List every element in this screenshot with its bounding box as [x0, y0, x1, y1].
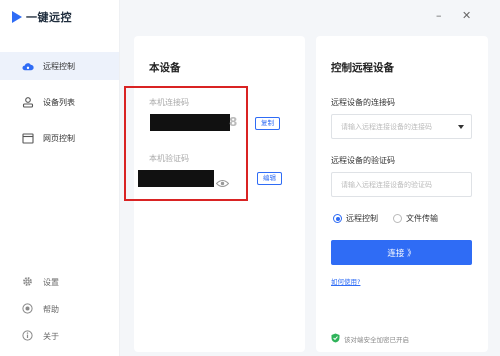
sidebar-item-label: 设备列表 [43, 97, 75, 107]
radio-label: 远程控制 [346, 214, 378, 223]
help-button[interactable]: 帮助 [22, 303, 59, 316]
radio-unchecked-icon [393, 214, 402, 223]
remote-conn-code-label: 远程设备的连接码 [331, 98, 395, 107]
shield-icon [331, 333, 340, 345]
about-label: 关于 [43, 332, 59, 341]
minimize-button[interactable]: – [436, 10, 442, 21]
connect-button[interactable]: 连接 》 [331, 240, 472, 265]
remote-conn-code-input[interactable]: 请输入远程连接设备的连接码 [331, 114, 472, 139]
remote-verify-code-placeholder: 请输入远程连接设备的验证码 [341, 180, 432, 189]
local-device-title: 本设备 [149, 62, 181, 74]
app-logo: 一键远控 [12, 9, 72, 25]
help-icon [22, 303, 33, 316]
remote-verify-code-input[interactable]: 请输入远程连接设备的验证码 [331, 172, 472, 197]
radio-label: 文件传输 [406, 214, 438, 223]
settings-button[interactable]: 设置 [22, 276, 59, 289]
radio-checked-icon [333, 214, 342, 223]
sidebar-item-remote-control[interactable]: 远程控制 [0, 52, 119, 80]
device-list-icon [22, 96, 34, 108]
local-conn-code-label: 本机连接码 [149, 98, 189, 107]
settings-label: 设置 [43, 278, 59, 287]
security-text: 该对端安全加密已开启 [344, 336, 409, 344]
local-conn-code-tail: 8 [229, 115, 238, 129]
web-icon [22, 132, 34, 144]
logo-icon [12, 11, 22, 23]
sidebar: 一键远控 远程控制 设备列表 网页控制 设置 帮助 关于 [0, 0, 120, 356]
gear-icon [22, 276, 33, 289]
remote-device-title: 控制远程设备 [331, 62, 394, 74]
help-label: 帮助 [43, 305, 59, 314]
radio-remote-control[interactable]: 远程控制 [333, 213, 378, 224]
cloud-icon [22, 60, 34, 72]
app-name: 一键远控 [26, 11, 72, 24]
info-icon [22, 330, 33, 343]
copy-button[interactable]: 复制 [255, 117, 280, 130]
radio-file-transfer[interactable]: 文件传输 [393, 213, 438, 224]
sidebar-item-device-list[interactable]: 设备列表 [0, 88, 119, 116]
remote-verify-code-label: 远程设备的验证码 [331, 156, 395, 165]
eye-icon[interactable] [215, 173, 230, 192]
sidebar-item-label: 远程控制 [43, 61, 75, 71]
chevron-down-icon[interactable] [458, 125, 464, 129]
sidebar-item-web-control[interactable]: 网页控制 [0, 124, 119, 152]
local-verify-code-label: 本机验证码 [149, 154, 189, 163]
how-to-use-link[interactable]: 如何使用? [331, 276, 360, 286]
local-conn-code-redacted [150, 114, 230, 131]
edit-button[interactable]: 编辑 [257, 172, 282, 185]
remote-conn-code-placeholder: 请输入远程连接设备的连接码 [341, 122, 432, 131]
local-verify-code-redacted [138, 170, 214, 187]
close-button[interactable]: ✕ [462, 10, 471, 21]
sidebar-item-label: 网页控制 [43, 133, 75, 143]
security-status: 该对端安全加密已开启 [331, 333, 409, 345]
about-button[interactable]: 关于 [22, 330, 59, 343]
